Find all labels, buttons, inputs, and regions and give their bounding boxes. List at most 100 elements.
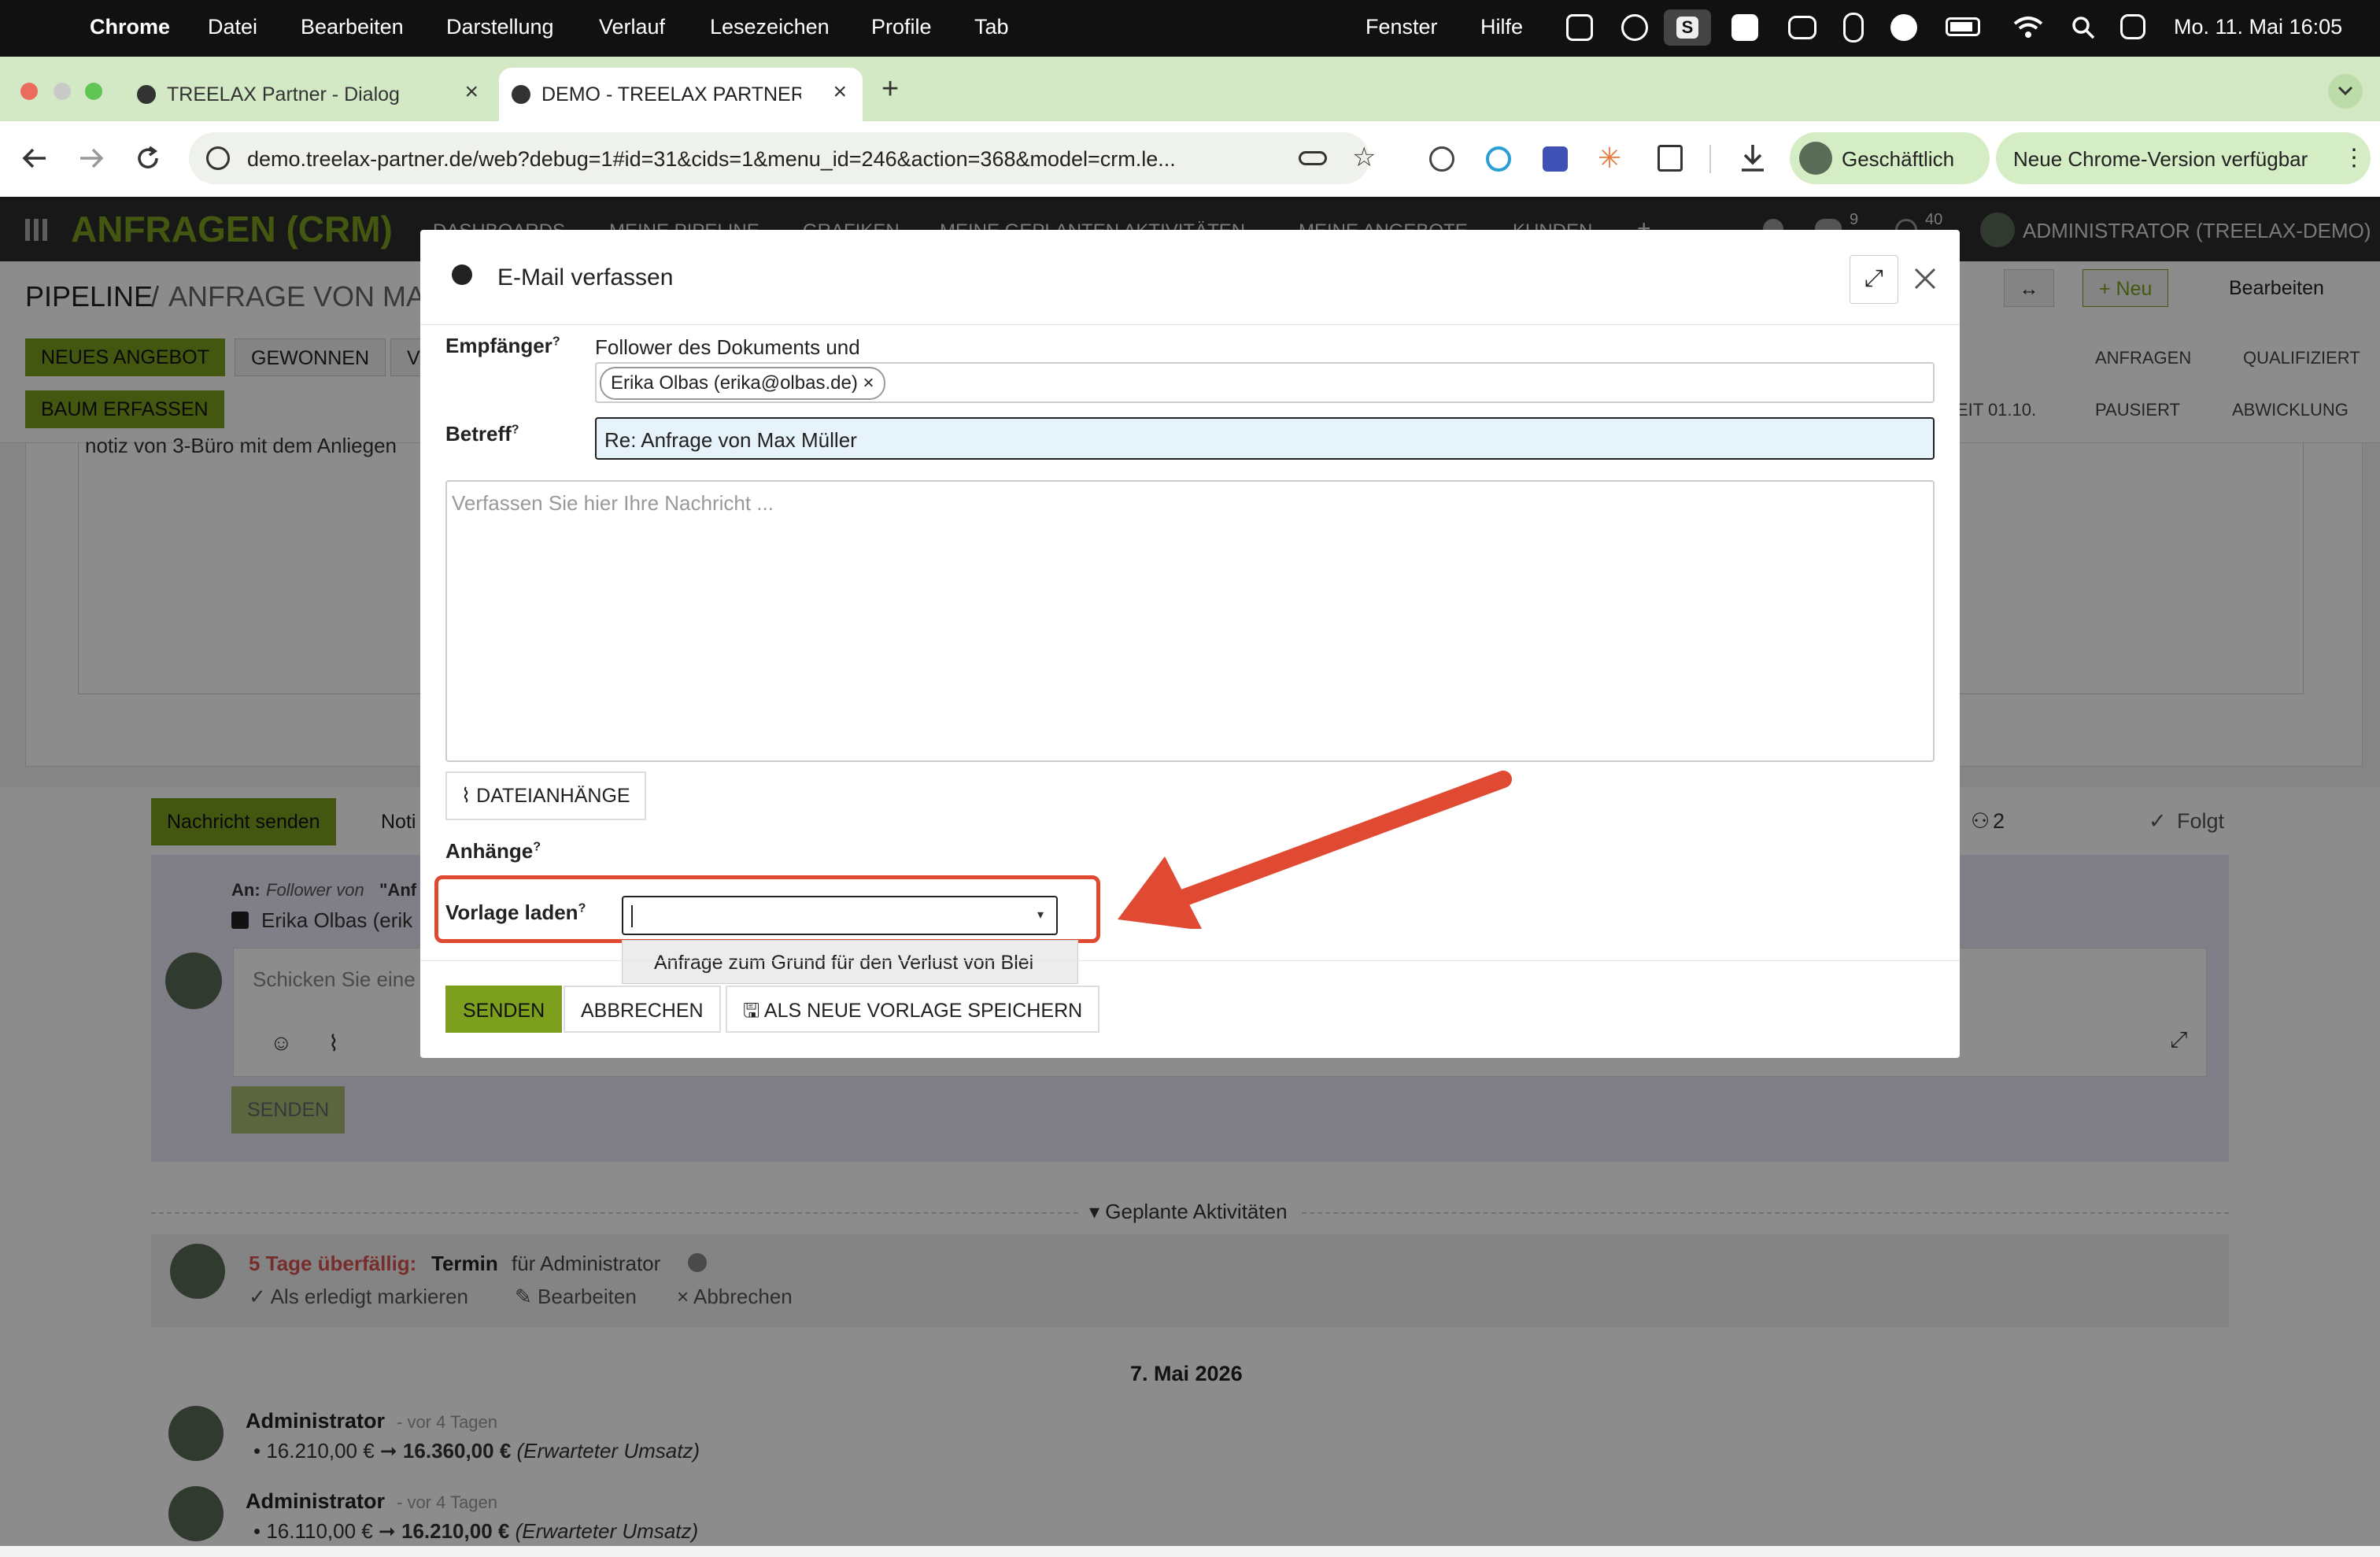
battery-level [1950,22,1972,31]
menu-edit[interactable]: Bearbeiten [301,15,404,39]
template-select[interactable]: ▾ [622,896,1058,935]
chrome-update-chip[interactable]: Neue Chrome-Version verfügbar ⋮ [1996,132,2371,184]
recipient-tag[interactable]: Erika Olbas (erika@olbas.de) × [600,367,885,400]
help-mark[interactable]: ? [578,901,586,915]
window-close-icon[interactable] [20,83,38,100]
recipients-label: Empfänger? [445,334,560,358]
sync-status-icon[interactable] [1621,14,1648,41]
attach-files-button[interactable]: ⌇ DATEIANHÄNGE [445,771,646,820]
claude-extension-icon[interactable]: ✳ [1598,142,1621,175]
tab-treelax-dialog[interactable]: TREELAX Partner - Dialog × [124,68,494,121]
save-as-template-button[interactable]: 🖫 ALS NEUE VORLAGE SPEICHERN [726,986,1100,1033]
template-dropdown: Anfrage zum Grund für den Verlust von Bl… [622,940,1078,984]
toolbar-divider [1709,145,1711,173]
extension-puzzle-blue-icon[interactable] [1543,146,1568,172]
extensions-puzzle-icon[interactable] [1658,145,1683,172]
debug-bug-icon [452,264,472,285]
menu-window[interactable]: Fenster [1366,15,1438,39]
attachments-label: Anhänge? [445,839,541,864]
recipients-field[interactable]: Erika Olbas (erika@olbas.de) × [595,362,1935,403]
new-tab-button[interactable]: + [881,72,899,106]
dialog-footer-divider [420,960,1960,961]
wifi-icon[interactable] [2013,16,2043,39]
spotlight-search-icon[interactable] [2071,16,2095,39]
menu-history[interactable]: Verlauf [599,15,665,39]
message-body-editor[interactable]: Verfassen Sie hier Ihre Nachricht ... [445,480,1935,762]
save-as-template-label: ALS NEUE VORLAGE SPEICHERN [763,1000,1083,1022]
subject-value: Re: Anfrage von Max Müller [604,428,857,452]
subject-label-text: Betreff [445,422,512,446]
help-mark[interactable]: ? [552,335,560,348]
menu-file[interactable]: Datei [208,15,257,39]
tab-search-button[interactable] [2328,74,2363,109]
treelax-favicon-icon [137,85,156,104]
remove-tag-icon[interactable]: × [863,372,874,394]
recipient-tag-label: Erika Olbas (erika@olbas.de) [611,372,858,394]
forward-arrow-icon[interactable] [79,146,104,170]
menubar-datetime[interactable]: Mo. 11. Mai 16:05 [2174,15,2342,39]
compose-email-dialog: E-Mail verfassen ⤢ Empfänger? Follower d… [420,230,1960,1058]
address-bar[interactable]: demo.treelax-partner.de/web?debug=1#id=3… [189,132,1376,184]
site-info-icon[interactable] [206,146,230,170]
link-icon[interactable] [1843,13,1864,43]
attach-files-label: DATEIANHÄNGE [476,785,630,807]
tab-title: TREELAX Partner - Dialog [167,83,400,105]
extension-sync-icon[interactable] [1486,146,1511,172]
browser-tab-strip: TREELAX Partner - Dialog × DEMO - TREELA… [0,57,2380,121]
chrome-menu-icon[interactable]: ⋮ [2342,144,2366,172]
dropbox-icon[interactable] [1566,14,1593,41]
chevron-down-icon [2338,86,2353,96]
template-label-text: Vorlage laden [445,901,578,924]
dialog-title: E-Mail verfassen [497,264,674,290]
help-mark[interactable]: ? [512,423,519,436]
tab-close-icon[interactable]: × [464,79,479,105]
tab-close-icon[interactable]: × [833,79,847,105]
update-label: Neue Chrome-Version verfügbar [2013,147,2308,171]
chevron-down-icon[interactable]: ▾ [1037,907,1044,923]
s-app-icon[interactable]: S [1664,9,1711,46]
menu-view[interactable]: Darstellung [446,15,554,39]
browser-toolbar: demo.treelax-partner.de/web?debug=1#id=3… [0,121,2380,197]
c-app-icon[interactable] [1890,14,1917,41]
attachments-label-text: Anhänge [445,839,534,863]
password-key-icon[interactable] [1299,151,1327,165]
menu-bookmarks[interactable]: Lesezeichen [710,15,830,39]
help-mark[interactable]: ? [533,840,541,853]
reload-icon[interactable] [135,145,161,172]
window-minimize-icon[interactable] [54,83,71,100]
text-cursor [631,905,633,927]
send-button[interactable]: SENDEN [445,986,563,1033]
menu-profiles[interactable]: Profile [871,15,932,39]
close-icon[interactable] [1913,266,1938,291]
macos-menubar: Chrome Datei Bearbeiten Darstellung Verl… [0,0,2380,57]
subject-input[interactable]: Re: Anfrage von Max Müller [595,417,1935,460]
battery-icon[interactable] [1946,17,1980,36]
profile-avatar [1799,142,1832,175]
window-zoom-icon[interactable] [85,83,102,100]
save-disk-icon: 🖫 [743,1000,760,1022]
paperclip-icon: ⌇ [461,785,471,807]
url-text[interactable]: demo.treelax-partner.de/web?debug=1#id=3… [247,147,1176,172]
perplexity-icon[interactable] [1731,14,1758,41]
extension-shield-icon[interactable] [1429,146,1454,172]
download-icon[interactable] [1739,143,1766,173]
menu-app-name[interactable]: Chrome [90,15,170,39]
subject-label: Betreff? [445,422,519,446]
cancel-button[interactable]: ABBRECHEN [564,986,721,1033]
s-app-badge: S [1676,17,1698,39]
dialog-header: E-Mail verfassen ⤢ [420,230,1960,325]
profile-label: Geschäftlich [1842,147,1955,171]
bookmark-star-icon[interactable]: ☆ [1352,142,1376,173]
template-option[interactable]: Anfrage zum Grund für den Verlust von Bl… [654,952,1033,975]
menu-tab[interactable]: Tab [974,15,1009,39]
annotation-arrow [1118,771,1512,929]
profile-chip[interactable]: Geschäftlich [1790,132,1990,184]
tab-demo-treelax[interactable]: DEMO - TREELAX PARTNER - × [499,68,863,121]
menu-help[interactable]: Hilfe [1480,15,1523,39]
control-center-icon[interactable] [2120,14,2145,39]
template-label: Vorlage laden? [445,901,586,925]
back-arrow-icon[interactable] [22,146,47,170]
expand-dialog-icon[interactable]: ⤢ [1850,255,1898,304]
recipients-hint: Follower des Dokuments und [595,335,860,359]
stack-icon[interactable] [1788,16,1816,39]
